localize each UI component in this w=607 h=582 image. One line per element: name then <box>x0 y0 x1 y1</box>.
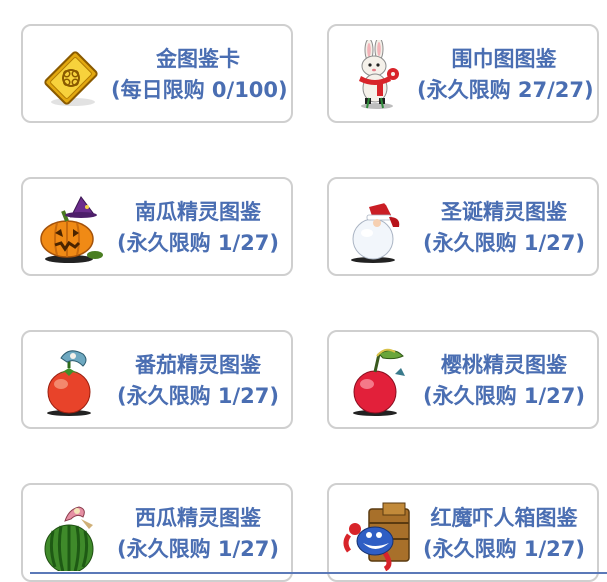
card-name: 南瓜精灵图鉴 <box>135 200 261 224</box>
purchase-limit: (永久限购 27/27) <box>417 78 594 102</box>
scarf-rabbit-icon <box>339 40 415 112</box>
purchase-limit: (永久限购 1/27) <box>422 384 585 408</box>
card-name: 围巾图图鉴 <box>451 47 557 71</box>
purchase-limit: (每日限购 0/100) <box>111 78 288 102</box>
red-devil-box-icon <box>339 499 415 571</box>
card-scarf-rabbit[interactable]: 围巾图图鉴 (永久限购 27/27) <box>327 24 599 123</box>
card-christmas-spirit[interactable]: 圣诞精灵图鉴 (永久限购 1/27) <box>327 177 599 276</box>
pumpkin-spirit-icon <box>33 193 109 265</box>
cherry-spirit-icon <box>339 346 415 418</box>
purchase-limit: (永久限购 1/27) <box>116 537 279 561</box>
card-watermelon-spirit[interactable]: 西瓜精灵图鉴 (永久限购 1/27) <box>21 483 293 582</box>
card-pumpkin-spirit[interactable]: 南瓜精灵图鉴 (永久限购 1/27) <box>21 177 293 276</box>
purchase-limit: (永久限购 1/27) <box>422 231 585 255</box>
watermelon-spirit-icon <box>33 499 109 571</box>
purchase-limit: (永久限购 1/27) <box>422 537 585 561</box>
card-name: 圣诞精灵图鉴 <box>441 200 567 224</box>
card-tomato-spirit[interactable]: 番茄精灵图鉴 (永久限购 1/27) <box>21 330 293 429</box>
christmas-snowball-icon <box>339 193 415 265</box>
gold-card-icon <box>33 40 109 112</box>
card-cherry-spirit[interactable]: 樱桃精灵图鉴 (永久限购 1/27) <box>327 330 599 429</box>
card-red-devil-box[interactable]: 红魔吓人箱图鉴 (永久限购 1/27) <box>327 483 599 582</box>
card-name: 红魔吓人箱图鉴 <box>430 506 578 530</box>
card-name: 番茄精灵图鉴 <box>135 353 261 377</box>
card-name: 西瓜精灵图鉴 <box>135 506 261 530</box>
purchase-limit: (永久限购 1/27) <box>116 231 279 255</box>
card-gold-card[interactable]: 金图鉴卡 (每日限购 0/100) <box>21 24 293 123</box>
purchase-limit: (永久限购 1/27) <box>116 384 279 408</box>
card-name: 樱桃精灵图鉴 <box>441 353 567 377</box>
tomato-spirit-icon <box>33 346 109 418</box>
card-name: 金图鉴卡 <box>156 47 240 71</box>
